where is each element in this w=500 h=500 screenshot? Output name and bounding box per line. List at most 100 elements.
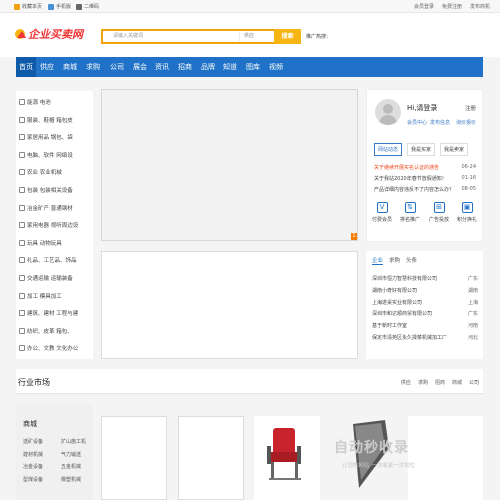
market-link[interactable]: 供应 [401, 379, 411, 386]
nav-item[interactable]: 知道 [221, 57, 239, 77]
nav-item[interactable]: 展会 [131, 57, 149, 77]
category-item[interactable]: 能源 电池 [19, 96, 51, 108]
company-row[interactable]: 基于新时工作室 河南 [372, 322, 478, 329]
category-icon [19, 134, 25, 141]
product-card[interactable] [101, 416, 167, 500]
mall-link[interactable]: 冶金设备 [23, 463, 43, 470]
search-button[interactable]: 搜索 [274, 29, 301, 44]
mall-link[interactable]: 五金机械 [61, 463, 81, 470]
trade-link[interactable]: 发布商机 [470, 3, 490, 10]
category-item[interactable]: 包装 包装相关设备 [19, 184, 73, 196]
product-card[interactable] [178, 416, 244, 500]
category-item[interactable]: 家居用品 锅包、袋 [19, 131, 73, 143]
mall-link[interactable]: 型煤设备 [23, 476, 43, 483]
points-service[interactable]: ▣ 积分换礼 [456, 202, 478, 223]
mall-link[interactable]: 选矿设备 [23, 438, 43, 445]
company-row[interactable]: 深圳市和达顺商贸有限公司 广东 [372, 310, 478, 317]
company-row[interactable]: 保定市清苑区永久揉菜机械加工厂 河北 [372, 334, 478, 341]
market-link[interactable]: 公司 [469, 379, 479, 386]
mall-sidebar: 商城 选矿设备 扩山施工机 建材机械 气力输送 冶金设备 五金机械 型煤设备 橡塑机械 [16, 404, 93, 500]
banner-image[interactable]: 1 [101, 89, 358, 241]
logo-text[interactable]: 企业买卖网 [28, 26, 83, 42]
tab-company[interactable]: 企业 [372, 256, 384, 265]
register-link[interactable]: 免费注册 [442, 3, 462, 10]
favorite-link[interactable]: 收藏本页 [14, 3, 42, 10]
nav-item[interactable]: 首页 [16, 57, 36, 77]
watermark: 自动秒收录 [334, 440, 409, 456]
register-button[interactable]: 注册 [465, 104, 476, 112]
mall-link[interactable]: 建材机械 [23, 451, 43, 458]
tab-buyer[interactable]: 我是买家 [407, 143, 436, 156]
nav-item[interactable]: 商城 [61, 57, 79, 77]
vip-icon: V [376, 202, 388, 213]
market-link[interactable]: 求购 [418, 379, 428, 386]
news-item[interactable]: 关于我站2020年春节放假通知！ [374, 175, 447, 182]
nav-item[interactable]: 视频 [267, 57, 285, 77]
nav-item[interactable]: 求购 [84, 57, 102, 77]
ad-placeholder[interactable] [101, 251, 358, 359]
banner-indicator[interactable]: 1 [351, 233, 357, 240]
category-item[interactable]: 纺织、皮革 箱包、 [19, 325, 73, 337]
category-icon [19, 169, 25, 176]
qrcode-link[interactable]: 二维码 [76, 3, 99, 10]
category-item[interactable]: 农业 农业机械 [19, 166, 62, 178]
company-row[interactable]: 上海遂桌实业有限公司 上海 [372, 299, 478, 306]
category-item[interactable]: 玩具 动物玩具 [19, 237, 62, 249]
category-item[interactable]: 电脑、软件 网络设 [19, 149, 73, 161]
category-icon [19, 204, 25, 211]
tab-headline[interactable]: 头条 [406, 256, 417, 265]
tab-purchase[interactable]: 求购 [389, 256, 400, 265]
mall-link[interactable]: 橡塑机械 [61, 476, 81, 483]
category-item[interactable]: 办公、文教 文化办公 [19, 342, 78, 354]
tab-seller[interactable]: 我是卖家 [440, 143, 469, 156]
category-item[interactable]: 加工 模具加工 [19, 290, 62, 302]
mobile-link[interactable]: 手机版 [48, 3, 71, 10]
nav-item[interactable]: 公司 [108, 57, 126, 77]
sort-icon: ⇅ [404, 202, 416, 213]
category-icon [19, 292, 25, 299]
lamp-image[interactable] [345, 418, 395, 498]
news-item[interactable]: 关于继续开展实名认证的通告 [374, 164, 439, 171]
company-row[interactable]: 深圳市恒力智慧科技有限公司 广东 [372, 275, 478, 282]
category-item[interactable]: 服装、鞋帽 箱包皮 [19, 114, 73, 126]
category-item[interactable]: 交通运输 运输装备 [19, 272, 73, 284]
news-date: 06-24 [461, 164, 476, 170]
market-link[interactable]: 招商 [435, 379, 445, 386]
login-link[interactable]: 会员登录 [414, 3, 434, 10]
nav-item[interactable]: 图库 [244, 57, 262, 77]
category-icon [19, 187, 25, 193]
greeting[interactable]: Hi,请登录 [407, 103, 437, 113]
category-icon [19, 222, 25, 229]
publish-link[interactable]: 发布信息 [430, 119, 450, 126]
inquiry-link[interactable]: 询价报价 [456, 119, 476, 126]
qrcode-icon [76, 3, 82, 10]
news-date: 08-05 [461, 186, 476, 192]
news-item[interactable]: 产品详细内容违反不了内容怎么办？ [374, 186, 454, 193]
nav-item[interactable]: 供应 [38, 57, 56, 77]
category-item[interactable]: 家用电器 视听周边设 [19, 219, 78, 231]
category-item[interactable]: 礼品、工艺品、饰品 [19, 254, 77, 266]
nav-item[interactable]: 招商 [176, 57, 194, 77]
member-center-link[interactable]: 会员中心 [407, 119, 427, 126]
gift-icon: ▣ [461, 202, 473, 213]
product-card[interactable] [408, 416, 483, 500]
category-icon [19, 151, 25, 158]
chair-image[interactable] [263, 426, 307, 482]
nav-item[interactable]: 资讯 [153, 57, 171, 77]
category-sidebar: 能源 电池服装、鞋帽 箱包皮 家居用品 锅包、袋 电脑、软件 网络设 农业 农业机械包… [16, 91, 93, 359]
ad-service[interactable]: ⊞ 广告投放 [428, 202, 450, 223]
market-link[interactable]: 商城 [452, 379, 462, 386]
mall-link[interactable]: 扩山施工机 [61, 438, 86, 445]
nav-item[interactable]: 品牌 [199, 57, 217, 77]
vip-service[interactable]: V 付费会员 [371, 202, 393, 223]
mall-link[interactable]: 气力输送 [61, 451, 81, 458]
search-input[interactable]: 请输入关键词 [103, 31, 233, 42]
category-item[interactable]: 冶金矿产 普通钢材 [19, 202, 73, 214]
tab-site-news[interactable]: 网站动态 [374, 143, 403, 156]
market-title: 行业市场 [18, 378, 50, 387]
search-type-select[interactable]: 供应 [239, 31, 275, 42]
rank-service[interactable]: ⇅ 排名推广 [399, 202, 421, 223]
category-item[interactable]: 建筑、建材 工程与建 [19, 307, 78, 319]
company-row[interactable]: 湖南小奇好有限公司 湖南 [372, 287, 478, 294]
category-icon [19, 257, 25, 264]
